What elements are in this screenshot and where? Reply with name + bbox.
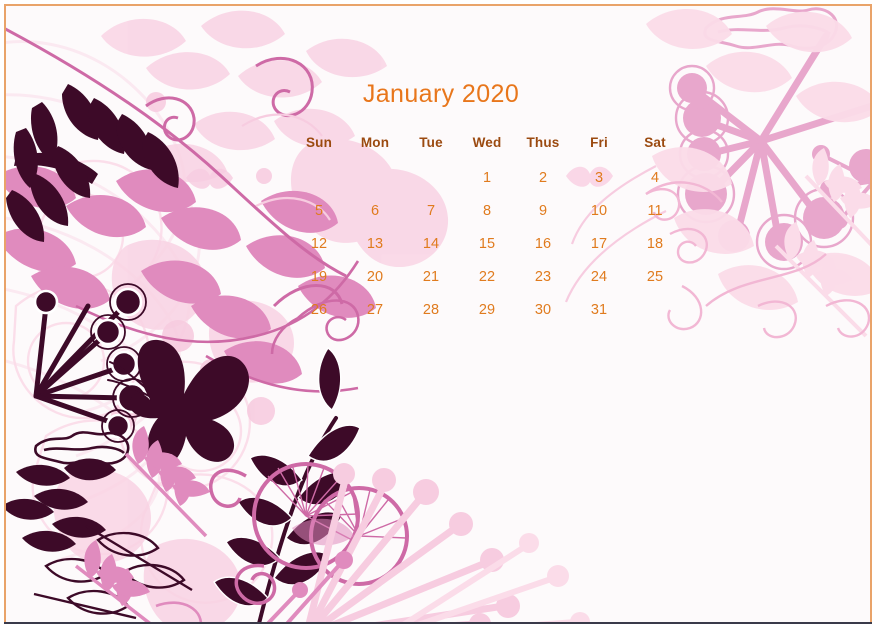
date-cell[interactable]: 20: [347, 267, 403, 300]
date-cell: [627, 300, 683, 333]
top-right-allium: [668, 7, 870, 271]
dark-sprig-left: [6, 458, 116, 552]
date-cell[interactable]: 6: [347, 201, 403, 234]
date-cell[interactable]: 17: [571, 234, 627, 267]
weekday-thus: Thus: [526, 135, 560, 150]
dark-dandelion: [33, 283, 152, 443]
dark-leafy-vine: [213, 347, 361, 622]
pale-dandelion-burst: [266, 463, 590, 622]
dark-pod: [34, 431, 130, 465]
date-cell[interactable]: 2: [515, 168, 571, 201]
date-cell[interactable]: 25: [627, 267, 683, 300]
weekday-tue: Tue: [419, 135, 443, 150]
dark-outline-sprig: [33, 524, 193, 620]
date-cell[interactable]: 5: [291, 201, 347, 234]
date-cell[interactable]: 23: [515, 267, 571, 300]
week-row: 1 2 3 4: [291, 168, 683, 201]
weekday-sat: Sat: [644, 135, 666, 150]
page-frame: January 2020 Sun Mon Tue Wed Thus Fri Sa…: [4, 4, 872, 624]
date-cell[interactable]: 13: [347, 234, 403, 267]
date-cell: [347, 168, 403, 201]
pale-butterfly: [186, 168, 233, 189]
date-cell[interactable]: 14: [403, 234, 459, 267]
date-cell[interactable]: 10: [571, 201, 627, 234]
week-row: 5 6 7 8 9 10 11: [291, 201, 683, 234]
date-cell[interactable]: 18: [627, 234, 683, 267]
date-cell[interactable]: 9: [515, 201, 571, 234]
date-cell[interactable]: 1: [459, 168, 515, 201]
week-row: 19 20 21 22 23 24 25: [291, 267, 683, 300]
weekday-sun: Sun: [305, 135, 333, 150]
date-cell[interactable]: 3: [571, 168, 627, 201]
fan-flowers: [209, 462, 409, 605]
page-title: January 2020: [362, 80, 520, 108]
right-pale-ferns: [774, 148, 870, 338]
date-cell[interactable]: 24: [571, 267, 627, 300]
date-cell[interactable]: 22: [459, 267, 515, 300]
pink-ferns: [74, 426, 210, 622]
date-cell[interactable]: 26: [291, 300, 347, 333]
date-cell[interactable]: 28: [403, 300, 459, 333]
date-cell: [291, 168, 347, 201]
bottom-rule: [4, 622, 872, 624]
date-cell[interactable]: 11: [627, 201, 683, 234]
date-cell[interactable]: 12: [291, 234, 347, 267]
date-cell[interactable]: 8: [459, 201, 515, 234]
date-cell[interactable]: 16: [515, 234, 571, 267]
calendar-page: January 2020 Sun Mon Tue Wed Thus Fri Sa…: [0, 0, 876, 630]
date-cell: [403, 168, 459, 201]
date-cell[interactable]: 7: [403, 201, 459, 234]
date-cell[interactable]: 21: [403, 267, 459, 300]
date-cell[interactable]: 29: [459, 300, 515, 333]
weekday-header-row: Sun Mon Tue Wed Thus Fri Sat: [291, 135, 683, 150]
date-cell[interactable]: 15: [459, 234, 515, 267]
date-cell[interactable]: 4: [627, 168, 683, 201]
weekday-wed: Wed: [472, 135, 502, 150]
date-grid: 1 2 3 4 5 6 7 8 9 10 11 12 13 14 15 16 1…: [291, 168, 683, 333]
week-row: 26 27 28 29 30 31: [291, 300, 683, 333]
weekday-fri: Fri: [590, 135, 608, 150]
date-cell[interactable]: 19: [291, 267, 347, 300]
date-cell[interactable]: 31: [571, 300, 627, 333]
weekday-mon: Mon: [360, 135, 390, 150]
date-cell[interactable]: 27: [347, 300, 403, 333]
week-row: 12 13 14 15 16 17 18: [291, 234, 683, 267]
date-cell[interactable]: 30: [515, 300, 571, 333]
butterfly-icon: [107, 339, 250, 468]
